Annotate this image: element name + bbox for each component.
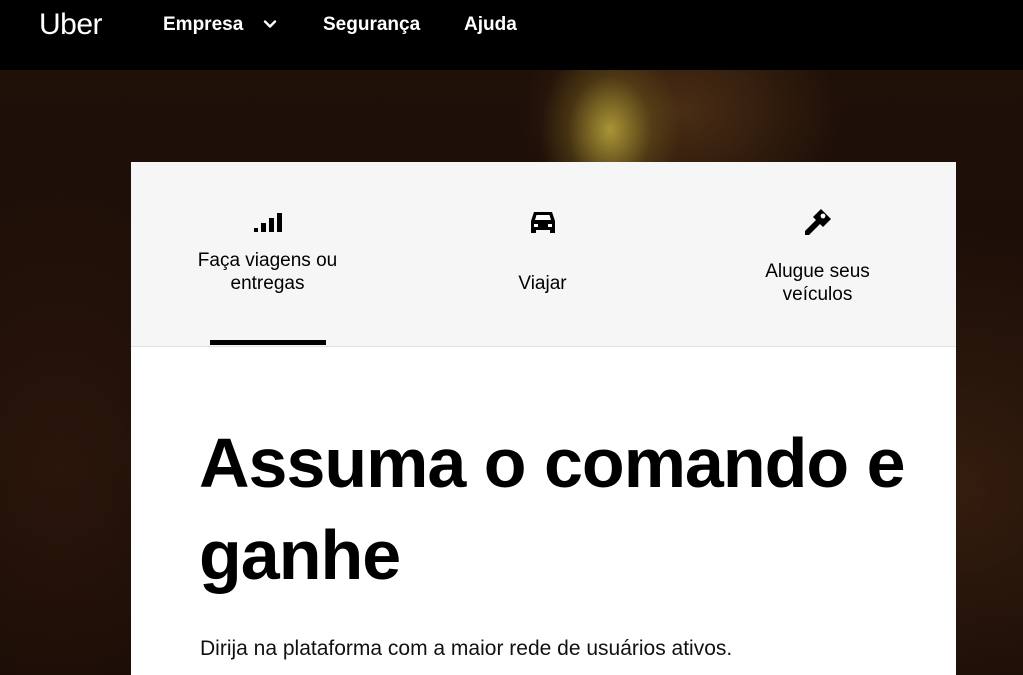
hero-card: Faça viagens ou entregas Viajar Alugue s… bbox=[131, 162, 956, 675]
nav-ajuda[interactable]: Ajuda bbox=[464, 13, 517, 37]
nav-empresa[interactable]: Empresa bbox=[163, 13, 243, 37]
tab-label-ride: Viajar bbox=[518, 273, 567, 294]
hero-headline: Assuma o comando e ganhe bbox=[199, 424, 906, 594]
uber-logo[interactable]: Uber bbox=[39, 8, 103, 42]
tab-strip: Faça viagens ou entregas Viajar Alugue s… bbox=[131, 162, 956, 347]
car-icon bbox=[530, 212, 555, 233]
top-nav-bar: Uber Empresa Segurança Ajuda bbox=[0, 0, 1023, 70]
tab-rent-vehicles[interactable]: Alugue seus veículos bbox=[736, 162, 899, 346]
key-icon bbox=[804, 209, 831, 235]
tab-ride-or-deliver[interactable]: Faça viagens ou entregas bbox=[187, 162, 348, 346]
tab-label-rent-vehicles: Alugue seus veículos bbox=[765, 261, 870, 305]
nav-seguranca[interactable]: Segurança bbox=[323, 13, 420, 37]
signal-bars-icon bbox=[253, 213, 282, 232]
tab-ride[interactable]: Viajar bbox=[461, 162, 624, 346]
tab-label-ride-or-deliver: Faça viagens ou entregas bbox=[197, 250, 338, 294]
hero-subtext: Dirija na plataforma com a maior rede de… bbox=[200, 637, 733, 660]
active-tab-indicator bbox=[210, 340, 326, 345]
chevron-down-icon[interactable] bbox=[263, 17, 277, 31]
